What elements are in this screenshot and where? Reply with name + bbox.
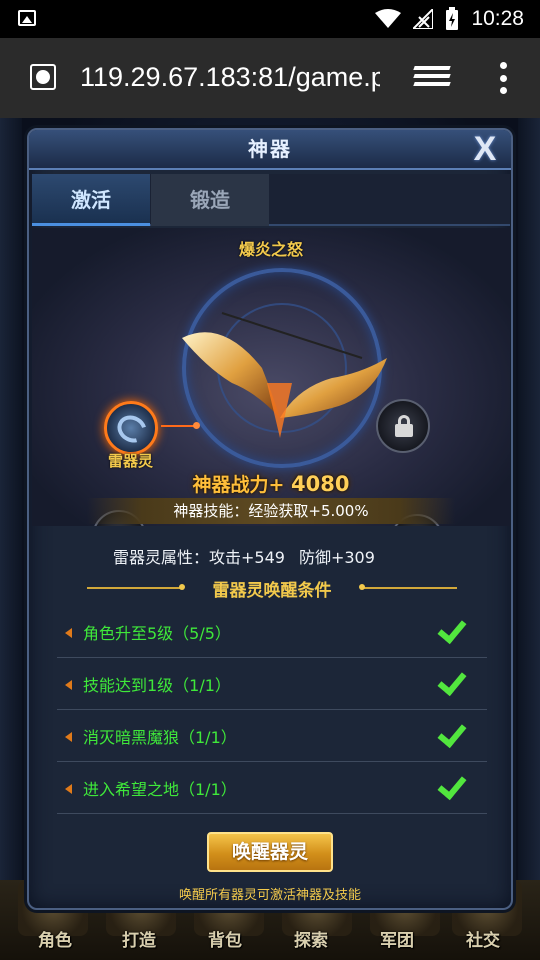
defense-value: 防御+309 bbox=[298, 548, 375, 567]
artifact-skill: 神器技能：经验获取+5.00% bbox=[87, 498, 455, 524]
clock: 10:28 bbox=[471, 7, 524, 30]
check-icon bbox=[439, 718, 469, 748]
browser-toolbar: 119.29.67.183:81/game.p bbox=[0, 38, 540, 118]
awaken-hint: 唤醒所有器灵可激活神器及技能 bbox=[178, 888, 361, 903]
nav-explore[interactable]: 探索 bbox=[294, 926, 328, 951]
list-item: 角色升至5级（5/5） bbox=[57, 606, 487, 658]
site-globe-icon[interactable] bbox=[30, 64, 56, 90]
overflow-menu-icon[interactable] bbox=[500, 62, 508, 94]
list-item: 进入希望之地（1/1） bbox=[57, 762, 487, 814]
conditions-title: 雷器灵唤醒条件 bbox=[212, 581, 332, 601]
list-item: 消灭暗黑魔狼（1/1） bbox=[57, 710, 487, 762]
artifact-power: 神器战力+ 4080 bbox=[32, 470, 510, 497]
artifact-modal: 神器 X 激活 锻造 爆炎之怒 雷器灵 神器战力+ 4080 神器技能：经验获取… bbox=[27, 128, 513, 910]
image-icon bbox=[18, 10, 36, 26]
list-item: 技能达到1级（1/1） bbox=[57, 658, 487, 710]
attack-value: 攻击+549 bbox=[209, 548, 285, 567]
tabs-icon[interactable] bbox=[413, 66, 451, 90]
lock-icon bbox=[395, 415, 413, 437]
battery-icon bbox=[446, 7, 459, 30]
wifi-icon bbox=[375, 9, 402, 28]
awaken-spirit-button[interactable]: 唤醒器灵 bbox=[207, 832, 333, 872]
thunder-spirit-icon bbox=[112, 410, 152, 448]
conditions-list: 角色升至5级（5/5） 技能达到1级（1/1） 消灭暗黑魔狼（1/1） 进入希望… bbox=[57, 606, 487, 814]
condition-text: 进入希望之地（1/1） bbox=[83, 780, 237, 799]
tab-bar: 激活 锻造 bbox=[32, 174, 510, 226]
bullet-icon bbox=[65, 784, 72, 794]
check-icon bbox=[439, 666, 469, 696]
condition-text: 角色升至5级（5/5） bbox=[83, 624, 231, 643]
nav-social[interactable]: 社交 bbox=[466, 926, 500, 951]
url-bar[interactable]: 119.29.67.183:81/game.p bbox=[80, 60, 380, 94]
spirit-slot-thunder[interactable] bbox=[104, 401, 158, 455]
power-label: 神器战力+ bbox=[192, 474, 285, 496]
nav-bag[interactable]: 背包 bbox=[208, 926, 242, 951]
condition-text: 消灭暗黑魔狼（1/1） bbox=[83, 728, 237, 747]
bullet-icon bbox=[65, 628, 72, 638]
condition-text: 技能达到1级（1/1） bbox=[83, 676, 231, 695]
power-value: 4080 bbox=[291, 472, 350, 496]
spirit-label: 雷器灵 bbox=[108, 452, 154, 470]
signal-icon bbox=[413, 9, 434, 29]
attributes-label: 雷器灵属性： bbox=[113, 548, 210, 567]
nav-forge[interactable]: 打造 bbox=[122, 926, 156, 951]
artifact-name: 爆炎之怒 bbox=[238, 240, 303, 259]
conditions-header: 雷器灵唤醒条件 bbox=[79, 576, 465, 601]
artifact-stage: 爆炎之怒 雷器灵 神器战力+ 4080 神器技能：经验获取+5.00% bbox=[32, 228, 510, 526]
spirit-slot-locked-1[interactable] bbox=[376, 399, 430, 453]
status-bar: 10:28 bbox=[0, 0, 540, 38]
bullet-icon bbox=[65, 732, 72, 742]
bullet-icon bbox=[65, 680, 72, 690]
check-icon bbox=[439, 770, 469, 800]
nav-legion[interactable]: 军团 bbox=[380, 926, 414, 951]
spirit-attributes: 雷器灵属性：攻击+549 防御+309 bbox=[113, 544, 389, 568]
screen: 10:28 119.29.67.183:81/game.p 角色 打造 背包 探… bbox=[0, 0, 540, 960]
modal-title: 神器 bbox=[248, 137, 292, 161]
nav-role[interactable]: 角色 bbox=[38, 926, 72, 951]
tab-activate[interactable]: 激活 bbox=[32, 174, 150, 226]
close-button[interactable]: X bbox=[459, 130, 511, 168]
tab-forge[interactable]: 锻造 bbox=[151, 174, 269, 226]
check-icon bbox=[439, 614, 469, 644]
